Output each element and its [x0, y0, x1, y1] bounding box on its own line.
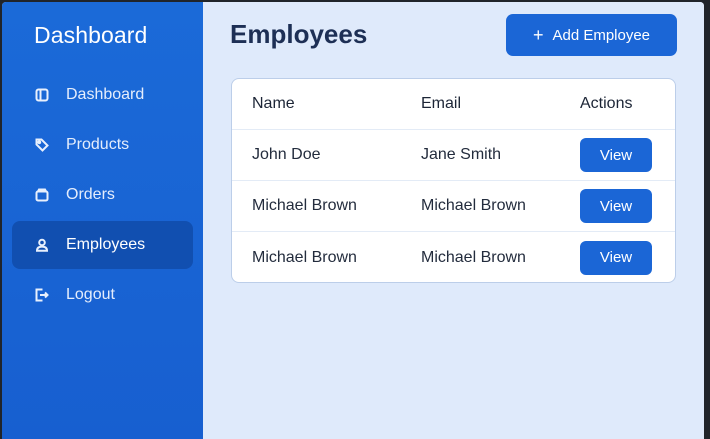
main-content: Employees + Add Employee Name Email Acti… [203, 2, 704, 439]
sidebar: Dashboard Dashboard Products Orders Empl… [2, 2, 203, 439]
column-header-name: Name [252, 95, 295, 112]
employee-name: Michael Brown [252, 197, 357, 214]
sidebar-item-orders[interactable]: Orders [12, 171, 193, 219]
sidebar-item-label: Logout [66, 286, 115, 303]
sidebar-item-label: Orders [66, 186, 115, 203]
tag-icon [35, 138, 49, 152]
sidebar-item-label: Dashboard [66, 86, 145, 103]
add-employee-button[interactable]: + Add Employee [506, 14, 677, 56]
actions-cell: View [562, 138, 675, 172]
table-row: Michael Brown Michael Brown View [232, 232, 675, 282]
employee-email: Jane Smith [421, 146, 502, 163]
view-button[interactable]: View [580, 138, 652, 172]
column-header-email: Email [421, 95, 462, 112]
sidebar-item-label: Products [66, 136, 130, 153]
sidebar-item-products[interactable]: Products [12, 121, 193, 169]
sidebar-item-logout[interactable]: Logout [12, 271, 193, 319]
table-row: John Doe Jane Smith View [232, 130, 675, 181]
plus-icon: + [532, 25, 544, 45]
sidebar-nav: Dashboard Products Orders Employees Logo… [2, 71, 203, 319]
view-button[interactable]: View [580, 189, 652, 223]
actions-cell: View [562, 189, 675, 223]
employee-name: John Doe [252, 146, 321, 163]
box-icon [35, 188, 49, 202]
sidebar-title: Dashboard [34, 22, 148, 48]
user-icon [35, 238, 49, 252]
table-header-row: Name Email Actions [232, 79, 675, 130]
add-employee-label: Add Employee [552, 26, 651, 44]
employees-table: Name Email Actions John Doe Jane Smith V… [231, 78, 676, 283]
view-button[interactable]: View [580, 240, 652, 275]
sidebar-item-label: Employees [66, 236, 146, 253]
app-window: Dashboard Dashboard Products Orders Empl… [2, 2, 704, 439]
table-row: Michael Brown Michael Brown View [232, 181, 675, 232]
sidebar-item-employees[interactable]: Employees [12, 221, 193, 269]
logout-icon [35, 288, 49, 302]
sidebar-item-dashboard[interactable]: Dashboard [12, 71, 193, 119]
employee-email: Michael Brown [421, 197, 526, 214]
employee-email: Michael Brown [421, 248, 526, 266]
actions-cell: View [562, 240, 675, 275]
dashboard-icon [35, 88, 49, 102]
column-header-actions: Actions [580, 95, 633, 112]
page-title: Employees [230, 19, 368, 49]
employee-name: Michael Brown [252, 248, 357, 266]
